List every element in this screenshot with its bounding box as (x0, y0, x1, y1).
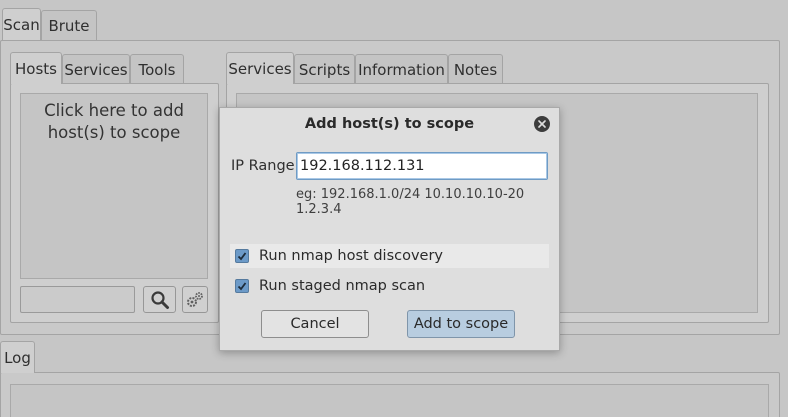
tab-tools-label: Tools (138, 60, 176, 79)
search-button[interactable] (143, 286, 176, 313)
check-icon (237, 252, 247, 261)
tab-scripts-label: Scripts (298, 60, 351, 79)
hosts-placeholder[interactable]: Click here to add host(s) to scope (29, 100, 199, 144)
tab-scan-label: Scan (3, 15, 40, 34)
tab-services-left-label: Services (64, 60, 128, 79)
dialog-title: Add host(s) to scope (304, 116, 475, 132)
tab-information-label: Information (358, 60, 445, 79)
tab-services-right-label: Services (228, 59, 292, 78)
ip-range-input[interactable]: 192.168.112.131 (296, 152, 548, 180)
option-host-discovery[interactable]: Run nmap host discovery (230, 244, 549, 268)
tab-information[interactable]: Information (355, 54, 448, 84)
tab-brute-label: Brute (48, 16, 90, 35)
tab-notes-label: Notes (453, 60, 498, 79)
staged-scan-checkbox[interactable] (235, 279, 249, 293)
tab-hosts[interactable]: Hosts (10, 52, 62, 84)
ip-range-label: IP Range (231, 158, 295, 174)
hosts-list[interactable]: Click here to add host(s) to scope (20, 93, 208, 279)
add-to-scope-button[interactable]: Add to scope (407, 310, 515, 338)
host-filter-input[interactable] (20, 286, 135, 313)
option-staged-scan[interactable]: Run staged nmap scan (230, 274, 549, 298)
tab-brute[interactable]: Brute (41, 10, 97, 40)
host-discovery-label: Run nmap host discovery (259, 248, 444, 264)
tab-log-label: Log (4, 348, 31, 367)
tab-notes[interactable]: Notes (448, 54, 503, 84)
tab-services-right[interactable]: Services (226, 52, 294, 84)
staged-scan-label: Run staged nmap scan (259, 278, 426, 294)
add-hosts-dialog: Add host(s) to scope IP Range 192.168.11… (219, 107, 560, 351)
close-button[interactable] (534, 116, 550, 132)
tab-scan[interactable]: Scan (2, 8, 41, 40)
tab-scripts[interactable]: Scripts (294, 54, 355, 84)
tab-log[interactable]: Log (0, 341, 35, 373)
gears-icon (187, 291, 203, 307)
cancel-button[interactable]: Cancel (261, 310, 369, 338)
tab-hosts-label: Hosts (15, 59, 57, 78)
log-output[interactable] (10, 384, 769, 417)
settings-button[interactable] (182, 286, 208, 313)
check-icon (237, 282, 247, 291)
search-icon (150, 290, 169, 309)
close-icon (538, 120, 546, 128)
ip-range-hint: eg: 192.168.1.0/24 10.10.10.10-20 1.2.3.… (296, 187, 525, 217)
tab-services-left[interactable]: Services (62, 54, 130, 84)
host-discovery-checkbox[interactable] (235, 249, 249, 263)
tab-tools[interactable]: Tools (130, 54, 184, 84)
